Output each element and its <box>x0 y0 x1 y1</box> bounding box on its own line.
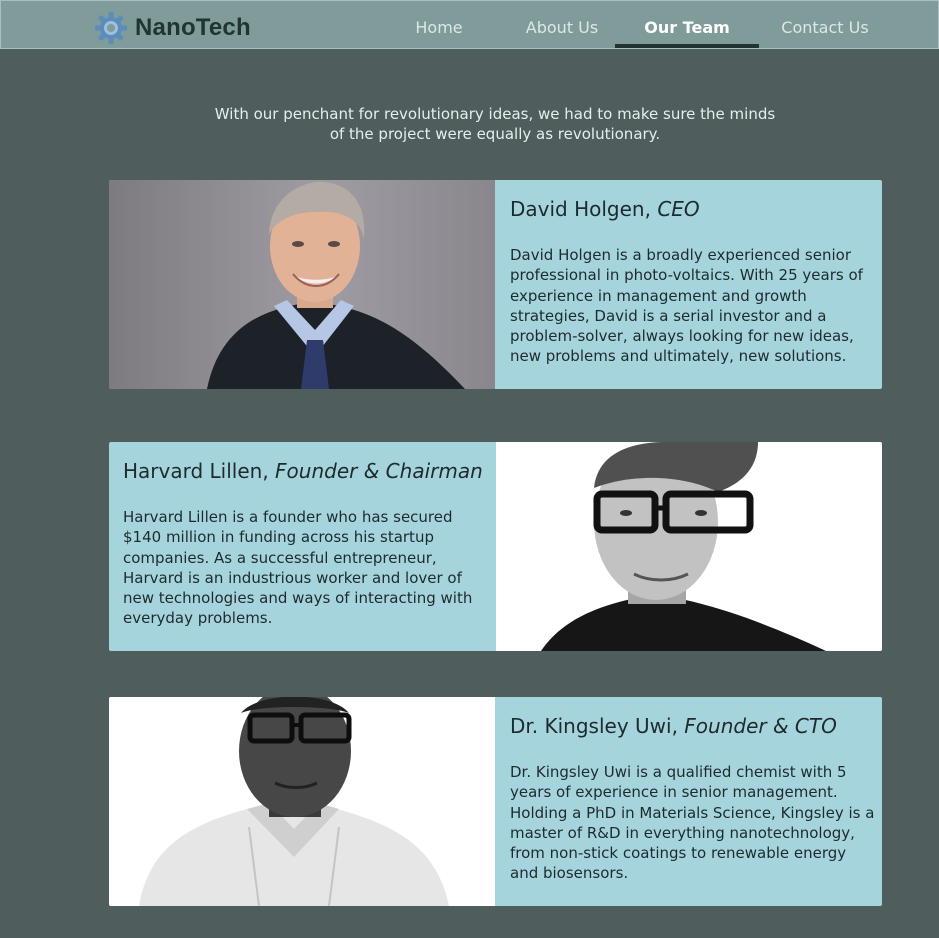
portrait-image <box>109 697 495 906</box>
card-text: David Holgen, CEO David Holgen is a broa… <box>510 180 875 367</box>
intro-line-2: of the project were equally as revolutio… <box>329 125 661 143</box>
member-name-heading: Dr. Kingsley Uwi, Founder & CTO <box>510 714 875 738</box>
team-card-kingsley-uwi: Dr. Kingsley Uwi, Founder & CTO Dr. King… <box>109 697 882 906</box>
card-text: Harvard Lillen, Founder & Chairman Harva… <box>123 442 488 629</box>
portrait-kingsley-uwi <box>109 697 495 906</box>
nav-our-team[interactable]: Our Team <box>615 0 759 48</box>
main-nav: Home About Us Our Team Contact Us <box>0 0 939 48</box>
member-name-heading: Harvard Lillen, Founder & Chairman <box>123 459 488 483</box>
member-name-heading: David Holgen, CEO <box>510 197 875 221</box>
member-role: Founder & Chairman <box>275 459 483 483</box>
intro-line-1: With our penchant for revolutionary idea… <box>214 105 776 123</box>
nav-about-us[interactable]: About Us <box>520 0 604 48</box>
member-bio: Dr. Kingsley Uwi is a qualified chemist … <box>510 763 875 883</box>
nav-contact-us[interactable]: Contact Us <box>772 0 878 48</box>
portrait-image <box>496 442 882 651</box>
member-name: Harvard Lillen, <box>123 459 269 483</box>
portrait-david-holgen <box>109 180 495 389</box>
team-card-harvard-lillen: Harvard Lillen, Founder & Chairman Harva… <box>109 442 882 651</box>
card-text: Dr. Kingsley Uwi, Founder & CTO Dr. King… <box>510 697 875 884</box>
member-name: Dr. Kingsley Uwi, <box>510 714 678 738</box>
member-role: CEO <box>657 197 700 221</box>
team-card-david-holgen: David Holgen, CEO David Holgen is a broa… <box>109 180 882 389</box>
team-intro: With our penchant for revolutionary idea… <box>150 104 840 144</box>
portrait-image <box>109 180 495 389</box>
member-bio: David Holgen is a broadly experienced se… <box>510 246 863 366</box>
member-bio: Harvard Lillen is a founder who has secu… <box>123 508 473 628</box>
member-name: David Holgen, <box>510 197 651 221</box>
active-tab-indicator <box>615 44 759 48</box>
nav-home[interactable]: Home <box>404 0 474 48</box>
member-role: Founder & CTO <box>684 714 837 738</box>
portrait-harvard-lillen <box>496 442 882 651</box>
